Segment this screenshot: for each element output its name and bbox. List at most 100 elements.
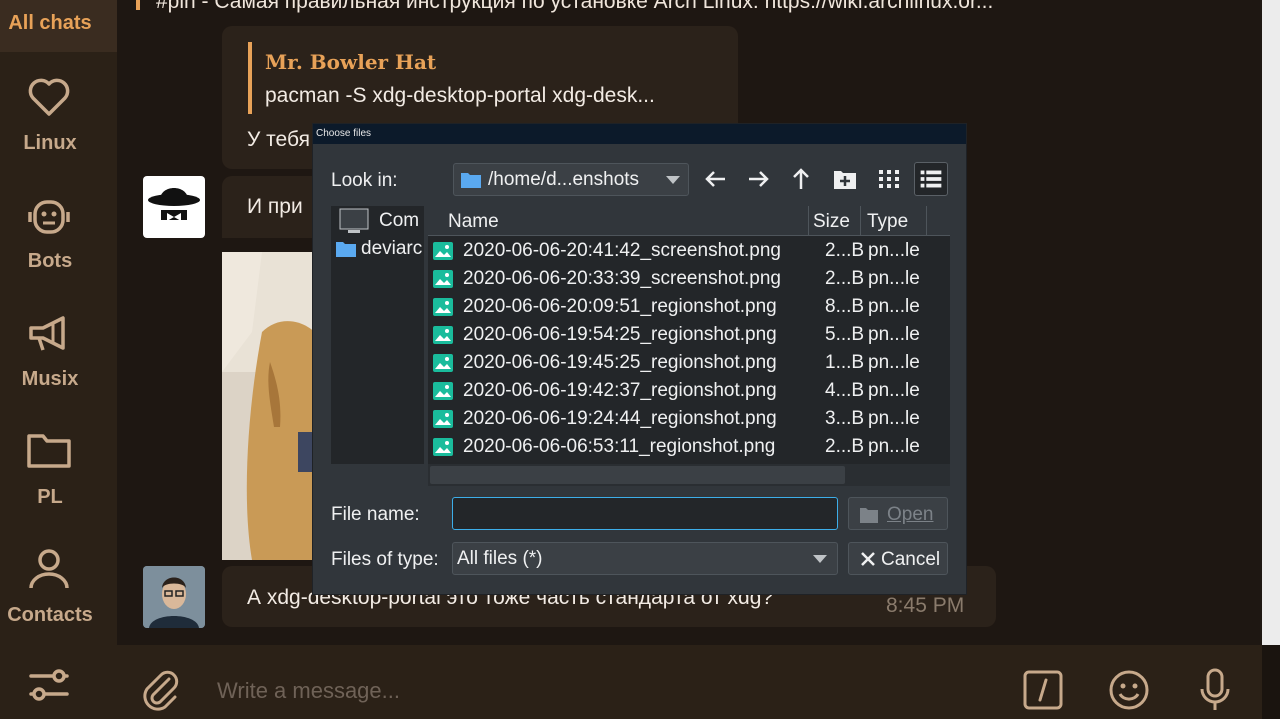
file-type: pn...le xyxy=(868,240,920,261)
column-size[interactable]: Size xyxy=(813,211,850,233)
bot-commands-icon[interactable] xyxy=(1023,670,1063,710)
file-row[interactable]: 2020-06-06-19:45:25_regionshot.png 1...B p… xyxy=(428,349,926,377)
sidebar-item-label: PL xyxy=(37,486,63,508)
file-name: 2020-06-06-20:09:51_regionshot.png xyxy=(463,296,777,317)
person-photo-avatar-icon xyxy=(143,566,205,628)
icon-view-icon[interactable] xyxy=(872,162,906,196)
paperclip-icon[interactable] xyxy=(141,669,181,711)
file-row[interactable]: 2020-06-06-19:24:44_regionshot.png 3...B p… xyxy=(428,405,926,433)
chevron-down-icon xyxy=(813,555,827,563)
message-composer: Write a message... xyxy=(117,645,1262,719)
robot-icon xyxy=(28,200,70,234)
new-folder-icon[interactable] xyxy=(828,162,862,196)
file-name-input[interactable] xyxy=(452,497,838,530)
column-name[interactable]: Name xyxy=(448,211,499,233)
file-list-hscrollbar-thumb[interactable] xyxy=(430,466,845,484)
message-input[interactable]: Write a message... xyxy=(217,678,400,704)
file-type: pn...le xyxy=(868,436,920,457)
pinned-message-text[interactable]: #pin - Самая правильная инструкция по ус… xyxy=(156,0,993,14)
files-of-type-combobox[interactable]: All files (*) xyxy=(452,542,838,575)
sidebar-item-contacts[interactable]: Contacts xyxy=(0,524,117,642)
file-size: 1...B xyxy=(825,352,865,373)
image-file-icon xyxy=(433,410,453,428)
microphone-icon[interactable] xyxy=(1197,667,1233,713)
file-type: pn...le xyxy=(868,324,920,345)
file-name: 2020-06-06-19:24:44_regionshot.png xyxy=(463,408,777,429)
dialog-title[interactable]: Choose files xyxy=(313,124,966,144)
parent-folder-arrow-icon[interactable] xyxy=(784,162,818,196)
chevron-down-icon xyxy=(666,176,680,184)
detail-view-icon[interactable] xyxy=(914,162,948,196)
column-divider[interactable] xyxy=(808,206,809,236)
file-row[interactable]: 2020-06-06-19:54:25_regionshot.png 5...B p… xyxy=(428,321,926,349)
sidebar-item-label: Musix xyxy=(21,368,79,390)
file-size: 4...B xyxy=(825,380,865,401)
file-row[interactable]: 2020-06-06-20:09:51_regionshot.png 8...B p… xyxy=(428,293,926,321)
file-row[interactable]: 2020-06-06-06:53:11_regionshot.png 2...B p… xyxy=(428,433,926,461)
file-size: 5...B xyxy=(825,324,865,345)
folder-icon xyxy=(27,434,71,468)
file-type: pn...le xyxy=(868,408,920,429)
image-file-icon xyxy=(433,242,453,260)
file-size: 3...B xyxy=(825,408,865,429)
sidebar-item-label: Bots xyxy=(27,250,73,272)
forward-arrow-icon[interactable] xyxy=(741,162,775,196)
image-file-icon xyxy=(433,438,453,456)
reply-preview[interactable]: pacman -S xdg-desktop-portal xdg-desk... xyxy=(265,84,655,108)
choose-files-dialog: Choose files Look in: /home/d...enshots … xyxy=(312,123,967,595)
avatar-user[interactable] xyxy=(143,566,205,628)
message-photo[interactable] xyxy=(222,252,322,560)
look-in-combobox[interactable]: /home/d...enshots xyxy=(453,163,689,196)
message-text: И при xyxy=(247,195,303,218)
sidebar-item-all-chats[interactable]: All chats xyxy=(0,0,117,52)
image-file-icon xyxy=(433,270,453,288)
pinned-accent xyxy=(136,0,140,10)
file-name: 2020-06-06-19:54:25_regionshot.png xyxy=(463,324,777,345)
reply-author[interactable]: Mr. Bowler Hat xyxy=(265,50,436,74)
sidebar-item-pl[interactable]: PL xyxy=(0,406,117,524)
file-size: 2...B xyxy=(825,436,865,457)
sidebar-item-musix[interactable]: Musix xyxy=(0,288,117,406)
image-file-icon xyxy=(433,382,453,400)
cancel-label: Cancel xyxy=(881,549,941,570)
place-label: deviarc xyxy=(361,238,423,259)
emoji-icon[interactable] xyxy=(1108,669,1150,711)
sidebar-item-settings[interactable] xyxy=(0,650,117,719)
file-row[interactable]: 2020-06-06-20:33:39_screenshot.png 2...B p… xyxy=(428,265,926,293)
folder-icon xyxy=(336,242,356,257)
chat-scrollbar-thumb[interactable] xyxy=(1262,0,1280,645)
heart-icon xyxy=(28,78,70,116)
sidebar-item-label: All chats xyxy=(8,12,92,34)
avatar-bowler-hat[interactable] xyxy=(143,176,205,238)
cancel-button[interactable]: Cancel xyxy=(848,542,948,575)
place-label: Com xyxy=(379,210,420,231)
open-button[interactable]: Open xyxy=(848,497,948,530)
column-type[interactable]: Type xyxy=(867,211,908,233)
back-arrow-icon[interactable] xyxy=(699,162,733,196)
open-label: Open xyxy=(887,504,934,525)
open-folder-icon xyxy=(860,508,878,523)
computer-icon xyxy=(339,208,369,233)
file-type: pn...le xyxy=(868,268,920,289)
sidebar-item-linux[interactable]: Linux xyxy=(0,52,117,170)
column-divider xyxy=(926,206,927,236)
file-name: 2020-06-06-06:53:11_regionshot.png xyxy=(463,436,776,457)
sidebar-item-label: Contacts xyxy=(7,604,93,626)
sidebar-item-bots[interactable]: Bots xyxy=(0,170,117,288)
file-type: pn...le xyxy=(868,352,920,373)
file-size: 2...B xyxy=(825,268,865,289)
folder-icon xyxy=(461,173,481,188)
file-name-label: File name: xyxy=(331,504,420,525)
message-text: У тебя xyxy=(247,128,310,151)
file-row[interactable]: 2020-06-06-19:42:37_regionshot.png 4...B p… xyxy=(428,377,926,405)
file-list: Name Size Type 2020-06-06-20:41:42_scree… xyxy=(428,206,950,486)
file-row[interactable]: 2020-06-06-20:41:42_screenshot.png 2...B p… xyxy=(428,237,926,265)
column-divider[interactable] xyxy=(860,206,861,236)
image-file-icon xyxy=(433,298,453,316)
file-name: 2020-06-06-19:42:37_regionshot.png xyxy=(463,380,777,401)
look-in-value: /home/d...enshots xyxy=(488,169,640,190)
file-name: 2020-06-06-20:41:42_screenshot.png xyxy=(463,240,781,261)
image-file-icon xyxy=(433,354,453,372)
telegram-window: All chats Linux Bots Musix PL Contacts #… xyxy=(0,0,1280,719)
files-of-type-value: All files (*) xyxy=(457,548,543,569)
